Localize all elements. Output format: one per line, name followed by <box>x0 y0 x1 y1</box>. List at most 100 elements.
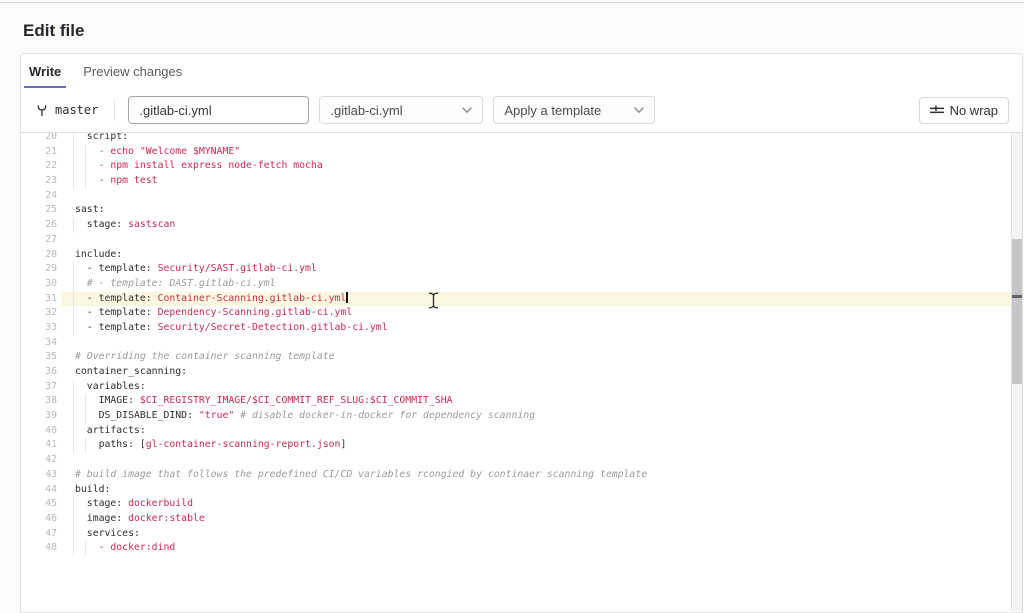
code-line-text: include: <box>75 248 122 263</box>
line-number: 23 <box>21 174 57 189</box>
code-line[interactable]: 44build: <box>21 483 1022 498</box>
line-number: 30 <box>21 277 57 292</box>
code-line[interactable]: 38 IMAGE: $CI_REGISTRY_IMAGE/$CI_COMMIT_… <box>21 394 1022 409</box>
edit-file-panel: Write Preview changes master .gitlab-ci.… <box>20 53 1023 613</box>
code-line[interactable]: 30 # - template: DAST.gitlab-ci.yml <box>21 277 1022 292</box>
line-number: 42 <box>21 453 57 468</box>
line-number: 38 <box>21 394 57 409</box>
tab-preview-label: Preview changes <box>83 64 182 79</box>
file-path-select[interactable]: .gitlab-ci.yml <box>319 96 483 124</box>
line-number: 25 <box>21 203 57 218</box>
code-line[interactable]: 47 services: <box>21 527 1022 542</box>
code-line-text: - template: Container-Scanning.gitlab-ci… <box>75 292 348 307</box>
code-line-text: - echo "Welcome $MYNAME" <box>75 145 240 160</box>
scrollbar-thumb[interactable] <box>1012 239 1022 384</box>
line-number: 28 <box>21 248 57 263</box>
indent-guide <box>73 438 74 453</box>
filename-input[interactable] <box>128 96 309 124</box>
code-line-text: services: <box>75 527 140 542</box>
code-line[interactable]: 28 include: <box>21 248 1022 263</box>
editor-scrollbar[interactable] <box>1011 133 1022 611</box>
line-number: 21 <box>21 145 57 160</box>
indent-guide <box>73 145 74 160</box>
code-line[interactable]: 45 stage: dockerbuild <box>21 497 1022 512</box>
toolbar-divider <box>114 99 115 121</box>
indent-guide <box>73 424 74 439</box>
line-number: 46 <box>21 512 57 527</box>
line-number: 29 <box>21 262 57 277</box>
indent-guide <box>73 262 74 277</box>
indent-guide <box>73 321 74 336</box>
code-line[interactable]: 48 - docker:dind <box>21 541 1022 556</box>
code-line[interactable]: 23 - npm test <box>21 174 1022 189</box>
indent-guide <box>73 174 74 189</box>
code-line[interactable]: 29 - template: Security/SAST.gitlab-ci.y… <box>21 262 1022 277</box>
code-line[interactable]: 43# build image that follows the predefi… <box>21 468 1022 483</box>
indent-guide <box>73 380 74 395</box>
code-line[interactable]: 31 - template: Container-Scanning.gitlab… <box>21 292 1022 307</box>
line-number: 39 <box>21 409 57 424</box>
code-editor[interactable]: 20 script:21 - echo "Welcome $MYNAME"22 … <box>21 133 1022 611</box>
line-number: 32 <box>21 306 57 321</box>
indent-guide <box>73 541 74 556</box>
code-line[interactable]: 36 container_scanning: <box>21 365 1022 380</box>
branch-indicator: master <box>36 103 98 117</box>
code-line[interactable]: 34 <box>21 336 1022 351</box>
tab-bar: Write Preview changes <box>21 54 1022 88</box>
indent-guide <box>73 292 74 307</box>
no-wrap-button[interactable]: No wrap <box>919 97 1009 124</box>
editor-toolbar: master .gitlab-ci.yml Apply a template N… <box>21 88 1022 133</box>
code-line[interactable]: 26 stage: sastscan <box>21 218 1022 233</box>
line-number: 36 <box>21 365 57 380</box>
line-number: 24 <box>21 189 57 204</box>
no-wrap-label: No wrap <box>950 103 998 118</box>
line-number: 47 <box>21 527 57 542</box>
code-line-text: container_scanning: <box>75 365 187 380</box>
code-line-text: variables: <box>75 380 146 395</box>
line-number: 40 <box>21 424 57 439</box>
code-line[interactable]: 22 - npm install express node-fetch moch… <box>21 159 1022 174</box>
code-line[interactable]: 42 <box>21 453 1022 468</box>
code-line[interactable]: 27 <box>21 233 1022 248</box>
code-line[interactable]: 33 - template: Security/Secret-Detection… <box>21 321 1022 336</box>
soft-wrap-icon <box>930 105 944 115</box>
tab-preview-changes[interactable]: Preview changes <box>78 54 187 88</box>
indent-guide <box>73 159 74 174</box>
code-line[interactable]: 39 DS_DISABLE_DIND: "true" # disable doc… <box>21 409 1022 424</box>
code-line-text: image: docker:stable <box>75 512 205 527</box>
code-line[interactable]: 20 script: <box>21 133 1022 145</box>
code-line[interactable]: 32 - template: Dependency-Scanning.gitla… <box>21 306 1022 321</box>
line-number: 43 <box>21 468 57 483</box>
code-line-text: build: <box>75 483 110 498</box>
line-number: 37 <box>21 380 57 395</box>
indent-guide <box>73 133 74 145</box>
line-number: 45 <box>21 497 57 512</box>
code-line-text: artifacts: <box>75 424 146 439</box>
apply-template-select-value: Apply a template <box>504 103 601 118</box>
indent-guide <box>73 277 74 292</box>
indent-guide <box>73 218 74 233</box>
code-area[interactable]: 20 script:21 - echo "Welcome $MYNAME"22 … <box>21 133 1022 556</box>
file-path-select-value: .gitlab-ci.yml <box>330 103 402 118</box>
code-line-text: stage: sastscan <box>75 218 175 233</box>
text-caret <box>346 292 347 303</box>
line-number: 22 <box>21 159 57 174</box>
code-line[interactable]: 25sast: <box>21 203 1022 218</box>
code-line[interactable]: 41 paths: [gl-container-scanning-report.… <box>21 438 1022 453</box>
code-line-text: # Overriding the container scanning temp… <box>75 350 335 365</box>
indent-guide <box>73 497 74 512</box>
code-line[interactable]: 35# Overriding the container scanning te… <box>21 350 1022 365</box>
code-line-text: - docker:dind <box>75 541 175 556</box>
branch-name: master <box>55 103 98 117</box>
code-line[interactable]: 40 artifacts: <box>21 424 1022 439</box>
tab-write[interactable]: Write <box>24 54 66 88</box>
code-line[interactable]: 21 - echo "Welcome $MYNAME" <box>21 145 1022 160</box>
code-line-text: - template: Dependency-Scanning.gitlab-c… <box>75 306 352 321</box>
apply-template-select[interactable]: Apply a template <box>493 96 655 124</box>
code-line[interactable]: 46 image: docker:stable <box>21 512 1022 527</box>
line-number: 34 <box>21 336 57 351</box>
code-line[interactable]: 24 <box>21 189 1022 204</box>
line-number: 31 <box>21 292 57 307</box>
code-line[interactable]: 37 variables: <box>21 380 1022 395</box>
line-number: 27 <box>21 233 57 248</box>
